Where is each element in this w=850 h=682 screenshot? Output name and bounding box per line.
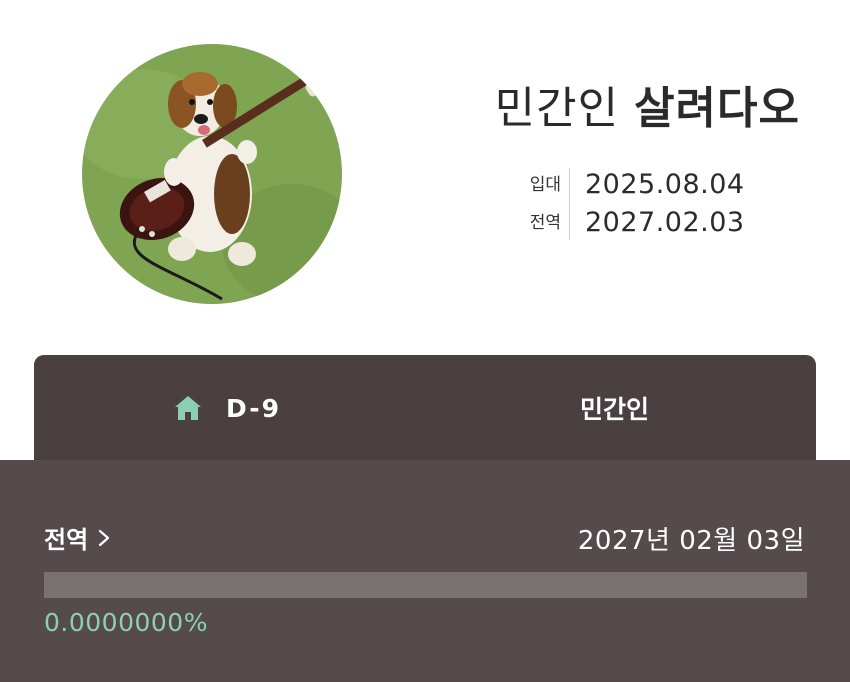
tab-dday[interactable]: D-9: [174, 355, 281, 461]
tab-civilian[interactable]: 민간인: [580, 355, 649, 461]
discharge-link-label: 전역: [44, 526, 89, 554]
discharge-date-full: 2027년 02월 03일: [577, 526, 805, 556]
enlist-label: 입대: [529, 175, 561, 195]
date-labels: 입대 전역: [516, 166, 561, 242]
profile-name: 민간인 살려다오: [495, 72, 800, 136]
beagle-guitar-photo: [82, 44, 342, 304]
profile-name-first: 민간인: [494, 83, 620, 134]
page: 민간인 살려다오 입대 전역 2025.08.04 2027.02.03 D-9…: [0, 0, 850, 682]
discharge-label: 전역: [529, 213, 561, 233]
profile-name-second: 살려다오: [634, 83, 800, 134]
dday-label: D-9: [226, 393, 281, 423]
discharge-panel: 전역 2027년 02월 03일 0.0000000%: [0, 460, 850, 682]
discharge-date-short: 2027.02.03: [585, 207, 745, 238]
discharge-link[interactable]: 전역: [44, 520, 110, 555]
date-divider: [569, 168, 570, 240]
service-progress-percent: 0.0000000%: [44, 608, 208, 637]
chevron-right-icon: [99, 529, 110, 546]
profile-avatar[interactable]: [82, 44, 342, 304]
service-progress-bar: [44, 572, 807, 598]
civilian-label: 민간인: [580, 395, 650, 424]
date-values: 2025.08.04 2027.02.03: [585, 166, 745, 242]
enlist-date: 2025.08.04: [585, 169, 745, 200]
tab-bar: D-9 민간인: [34, 355, 816, 461]
home-icon: [175, 396, 201, 420]
service-dates: 입대 전역 2025.08.04 2027.02.03: [516, 166, 806, 242]
